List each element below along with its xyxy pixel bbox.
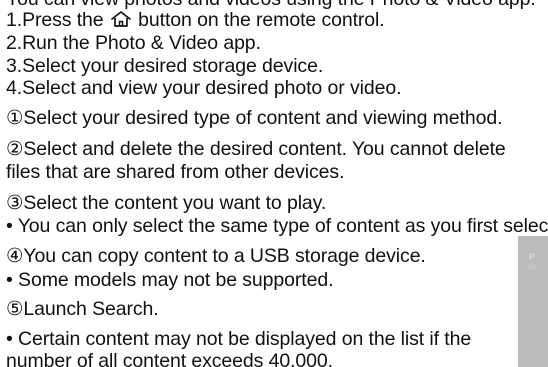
step-4: 4.Select and view your desired photo or … (6, 77, 402, 99)
note-2-line-1: ②Select and delete the desired content. … (6, 138, 506, 160)
step-1: 1.Press the button on the remote control… (6, 9, 385, 31)
bullet-5-line-1: • Certain content may not be displayed o… (6, 328, 472, 350)
note-2-line-2: files that are shared from other devices… (6, 161, 345, 183)
screen-thumbnail: P 23 (518, 236, 548, 367)
step-3: 3.Select your desired storage device. (6, 55, 324, 77)
manual-page: You can view photos and videos using the… (0, 0, 548, 367)
bullet-4: • Some models may not be supported. (6, 269, 334, 291)
note-1: ①Select your desired type of content and… (6, 107, 503, 129)
note-5: ⑤Launch Search. (6, 298, 159, 320)
note-4: ④You can copy content to a USB storage d… (6, 245, 426, 267)
step-2: 2.Run the Photo & Video app. (6, 32, 261, 54)
step-1-text-start: 1.Press the (6, 9, 109, 31)
bullet-5-line-2: number of all content exceeds 40,000. (6, 350, 333, 367)
note-3: ③Select the content you want to play. (6, 192, 327, 214)
thumbnail-subtitle: 23 (529, 265, 536, 271)
home-icon (110, 10, 132, 28)
thumbnail-title: P (529, 252, 536, 262)
bullet-3: • You can only select the same type of c… (6, 215, 548, 237)
step-1-text-end: button on the remote control. (132, 9, 385, 31)
